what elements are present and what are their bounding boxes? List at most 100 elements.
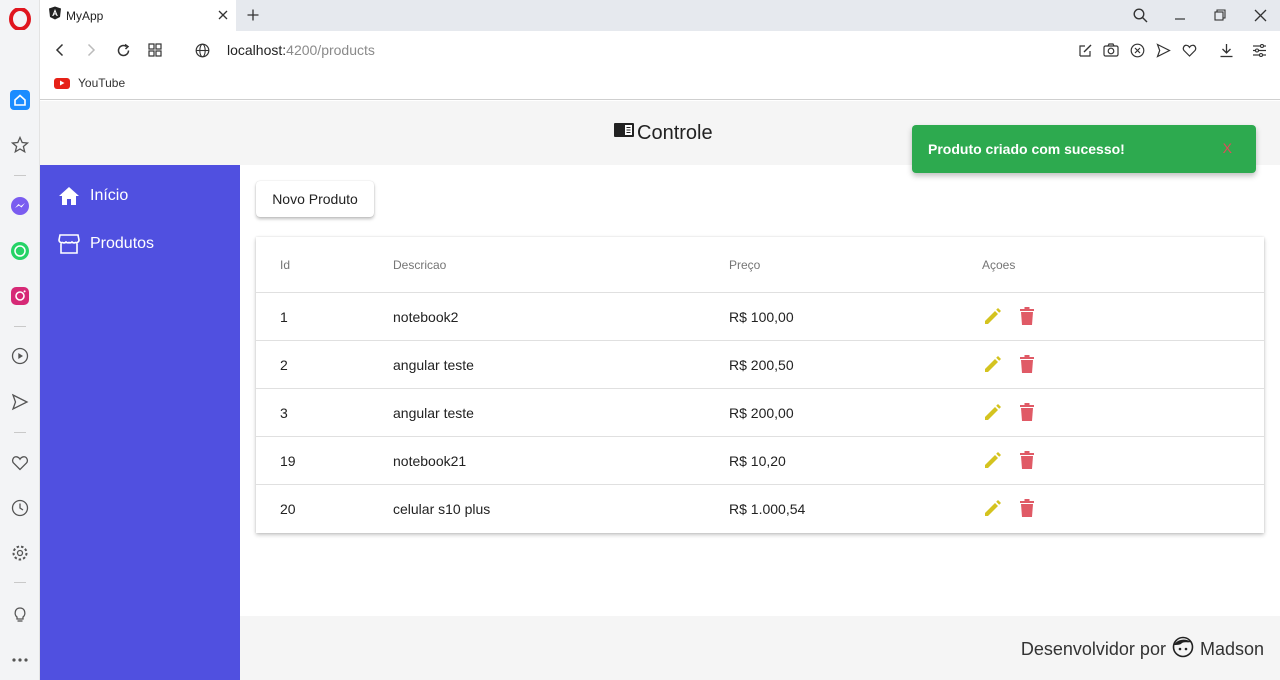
add-bookmark-heart-icon[interactable] — [1180, 41, 1198, 59]
cell-descricao: notebook21 — [393, 453, 467, 469]
downloads-icon[interactable] — [1217, 41, 1235, 59]
new-product-button[interactable]: Novo Produto — [256, 181, 374, 217]
cell-preco: R$ 200,50 — [729, 357, 794, 373]
column-header-descricao: Descricao — [393, 258, 447, 272]
edit-pencil-icon[interactable] — [981, 496, 1005, 520]
sidebar-item-label: Início — [90, 187, 129, 204]
cell-descricao: notebook2 — [393, 309, 459, 325]
site-info-globe-icon[interactable] — [192, 40, 212, 60]
whatsapp-icon[interactable] — [8, 239, 32, 263]
storefront-icon — [58, 233, 80, 255]
forward-icon[interactable] — [81, 40, 101, 60]
cell-id: 19 — [280, 453, 296, 469]
cell-descricao: angular teste — [393, 405, 474, 421]
cell-preco: R$ 200,00 — [729, 405, 794, 421]
bookmark-youtube[interactable]: YouTube — [54, 76, 125, 90]
face-icon — [1172, 636, 1194, 663]
table-row: 20 celular s10 plus R$ 1.000,54 — [256, 485, 1264, 533]
reload-icon[interactable] — [113, 40, 133, 60]
delete-trash-icon[interactable] — [1015, 448, 1039, 472]
delete-trash-icon[interactable] — [1015, 400, 1039, 424]
tab-bar: MyApp — [40, 0, 1280, 31]
sidebar-item-inicio[interactable]: Início — [58, 185, 128, 207]
adblock-icon[interactable] — [1128, 41, 1146, 59]
tab-myapp[interactable]: MyApp — [40, 0, 236, 31]
url-path: 4200/products — [286, 42, 375, 58]
home-speed-dial-icon[interactable] — [8, 88, 32, 112]
home-icon — [58, 185, 80, 207]
new-tab-button[interactable] — [242, 4, 264, 26]
settings-gear-icon[interactable] — [8, 541, 32, 565]
cell-id: 3 — [280, 405, 288, 421]
snapshot-camera-icon[interactable] — [1102, 41, 1120, 59]
easy-setup-menu-icon[interactable] — [1250, 41, 1268, 59]
send-to-icon[interactable] — [1154, 41, 1172, 59]
delete-trash-icon[interactable] — [1015, 352, 1039, 376]
messenger-icon[interactable] — [8, 194, 32, 218]
products-table: Id Descricao Preço Açoes 1 notebook2 R$ … — [256, 237, 1264, 533]
table-row: 2 angular teste R$ 200,50 — [256, 341, 1264, 389]
cell-preco: R$ 10,20 — [729, 453, 786, 469]
column-header-preco: Preço — [729, 258, 761, 272]
search-tabs-icon[interactable] — [1128, 4, 1152, 26]
cell-preco: R$ 100,00 — [729, 309, 794, 325]
delete-trash-icon[interactable] — [1015, 496, 1039, 520]
more-dots-icon[interactable] — [8, 648, 32, 672]
table-row: 3 angular teste R$ 200,00 — [256, 389, 1264, 437]
edit-pencil-icon[interactable] — [981, 448, 1005, 472]
bookmark-youtube-label: YouTube — [78, 76, 126, 90]
browser-sidebar — [0, 0, 40, 680]
toast-message: Produto criado com sucesso! — [928, 141, 1125, 157]
sidebar-item-produtos[interactable]: Produtos — [58, 233, 154, 255]
cell-id: 1 — [280, 309, 288, 325]
url-host: localhost: — [227, 42, 287, 58]
footer-credit: Desenvolvidor por Madson — [1021, 636, 1264, 663]
restore-window-icon[interactable] — [1208, 4, 1232, 26]
sidenav: Início Produtos — [40, 165, 240, 680]
bookmarks-star-icon[interactable] — [8, 133, 32, 157]
minimize-window-icon[interactable] — [1168, 4, 1192, 26]
app-footer: Desenvolvidor por Madson — [240, 616, 1280, 680]
tabs-grid-icon[interactable] — [145, 40, 165, 60]
close-tab-icon[interactable] — [218, 7, 228, 25]
page-title: Controle — [613, 121, 713, 145]
lightbulb-icon[interactable] — [8, 602, 32, 626]
edit-pencil-icon[interactable] — [981, 400, 1005, 424]
heart-icon[interactable] — [8, 451, 32, 475]
main-content: Novo Produto Id Descricao Preço Açoes 1 … — [240, 165, 1280, 616]
toast-close-button[interactable]: X — [1223, 140, 1232, 156]
footer-prefix: Desenvolvidor por — [1020, 639, 1166, 659]
url-field[interactable]: localhost:4200/products — [227, 42, 375, 58]
close-window-icon[interactable] — [1248, 4, 1272, 26]
send-flow-icon[interactable] — [8, 390, 32, 414]
table-header-row: Id Descricao Preço Açoes — [256, 237, 1264, 293]
tab-title: MyApp — [66, 8, 104, 23]
success-toast: Produto criado com sucesso! X — [912, 125, 1256, 173]
edit-pencil-icon[interactable] — [981, 304, 1005, 328]
delete-trash-icon[interactable] — [1015, 304, 1039, 328]
bookmarks-bar: YouTube — [40, 69, 1280, 100]
cell-id: 20 — [280, 501, 296, 517]
column-header-id: Id — [280, 258, 291, 272]
table-row: 1 notebook2 R$ 100,00 — [256, 293, 1264, 341]
edit-share-icon[interactable] — [1076, 41, 1094, 59]
cell-id: 2 — [280, 357, 288, 373]
chrome-reader-mode-icon — [613, 121, 635, 145]
history-clock-icon[interactable] — [8, 496, 32, 520]
angular-favicon-icon — [48, 6, 62, 25]
player-icon[interactable] — [8, 344, 32, 368]
cell-preco: R$ 1.000,54 — [729, 501, 806, 517]
column-header-acoes: Açoes — [982, 258, 1016, 272]
edit-pencil-icon[interactable] — [981, 352, 1005, 376]
address-bar: localhost:4200/products — [40, 31, 1280, 69]
opera-logo-icon[interactable] — [8, 7, 32, 31]
app-title-text: Controle — [637, 121, 713, 144]
instagram-icon[interactable] — [8, 284, 32, 308]
cell-descricao: celular s10 plus — [393, 501, 491, 517]
youtube-icon — [54, 77, 70, 89]
sidebar-item-label: Produtos — [90, 235, 155, 252]
table-row: 19 notebook21 R$ 10,20 — [256, 437, 1264, 485]
footer-author: Madson — [1199, 639, 1264, 659]
cell-descricao: angular teste — [393, 357, 474, 373]
back-icon[interactable] — [50, 40, 70, 60]
